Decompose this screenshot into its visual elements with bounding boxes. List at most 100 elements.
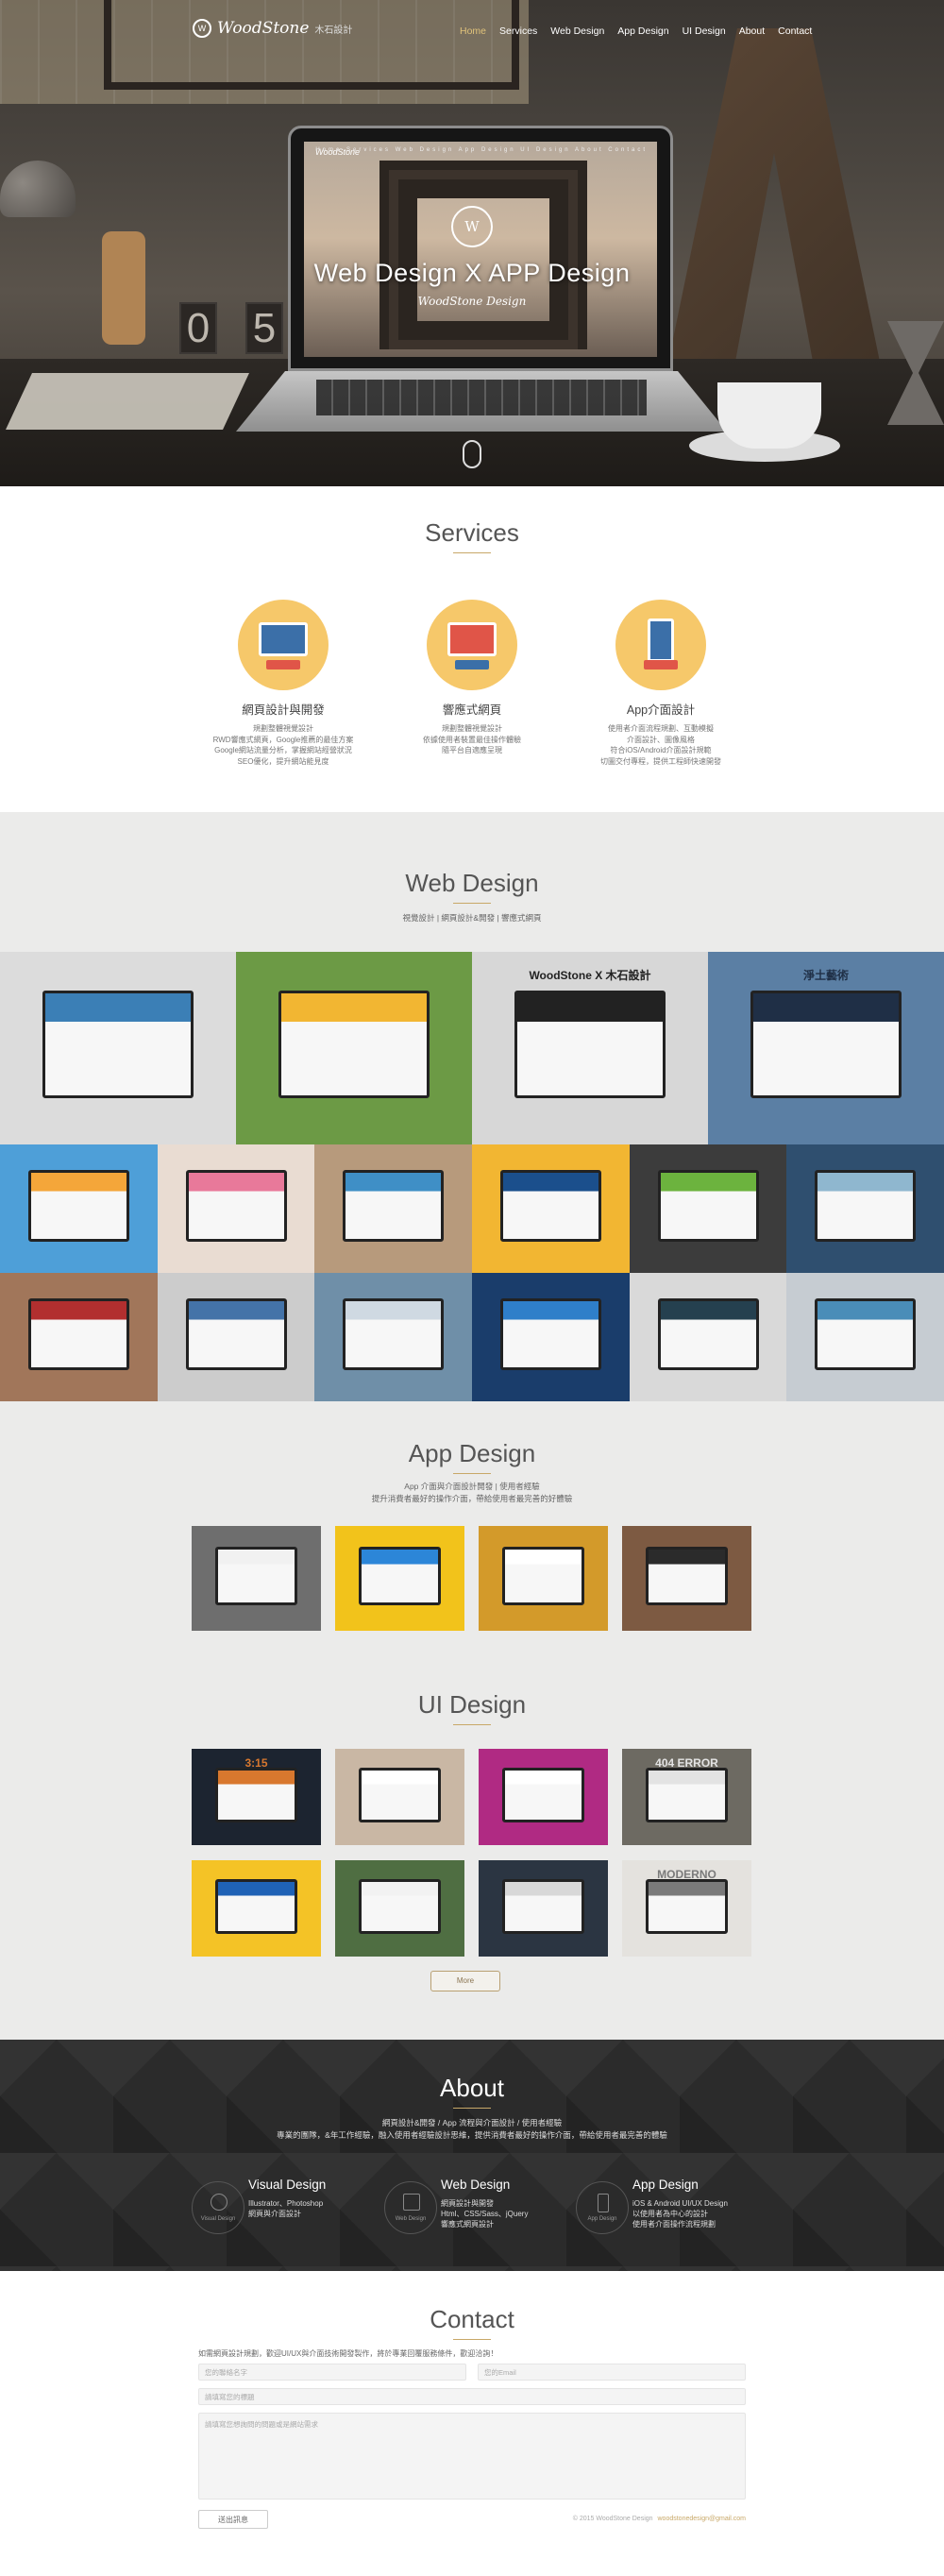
web-portfolio-tile[interactable] — [786, 1273, 944, 1401]
nav-about[interactable]: About — [739, 25, 765, 37]
device-mockup — [343, 1170, 444, 1243]
contact-section: Contact 如需網頁設計規劃，歡迎UI/UX與介面技術開發製作，將於專業回覆… — [0, 2271, 944, 2576]
web-design-desc: 視覺設計 | 網頁設計&開發 | 響應式網頁 — [402, 913, 542, 923]
main-nav: Home Services Web Design App Design UI D… — [460, 25, 825, 37]
web-design-title: Web Design — [405, 869, 539, 897]
email-link[interactable]: woodstonedesign@gmail.com — [658, 2516, 747, 2522]
app-portfolio-tile[interactable] — [479, 1526, 608, 1631]
app-portfolio-tile[interactable] — [335, 1526, 464, 1631]
web-portfolio-tile[interactable] — [472, 1144, 630, 1273]
web-portfolio-tile[interactable]: 淨土藝術 — [708, 952, 944, 1144]
device-mockup — [815, 1170, 916, 1243]
device-mockup — [214, 1879, 298, 1934]
title-underline — [453, 1724, 491, 1725]
service-name: 響應式網頁 — [442, 703, 502, 717]
device-mockup — [501, 1879, 585, 1934]
nav-ui-design[interactable]: UI Design — [683, 25, 726, 37]
web-portfolio-tile[interactable] — [158, 1144, 315, 1273]
about-section: About 網頁設計&開發 / App 流程與介面設計 / 使用者經驗 專業的團… — [0, 2040, 944, 2271]
device-mockup — [501, 1768, 585, 1822]
service-desc: 規劃整體視覺設計 依據使用者裝置最佳操作體驗 隨平台自適應呈現 — [423, 724, 521, 754]
app-portfolio-tile[interactable] — [622, 1526, 751, 1631]
wooden-figure-decoration — [102, 231, 145, 345]
web-portfolio-tile[interactable] — [786, 1144, 944, 1273]
app-design-desc: App 介面與介面設計開發 | 使用者經驗 提升消費者最好的操作介面，帶給使用者… — [371, 1482, 573, 1503]
ui-portfolio-tile[interactable] — [479, 1749, 608, 1845]
corridor-image — [379, 161, 587, 349]
device-mockup — [186, 1170, 287, 1243]
visual-design-icon: Visual Design — [192, 2181, 244, 2234]
web-development-icon — [238, 600, 329, 690]
web-portfolio-tile[interactable] — [158, 1273, 315, 1401]
about-col-lines: 網頁設計與開發 Html、CSS/Sass、jQuery 響應式網頁設計 — [441, 2199, 529, 2229]
service-app-ui: App介面設計 使用者介面流程規劃、互動模擬 介面設計、圖像風格 符合iOS/A… — [566, 600, 755, 767]
device-mockup — [815, 1298, 916, 1371]
email-field[interactable] — [478, 2364, 746, 2381]
brand-name: WoodStone — [217, 19, 310, 38]
app-portfolio-tile[interactable] — [192, 1526, 321, 1631]
web-portfolio-tile[interactable]: WoodStone X 木石設計 — [472, 952, 708, 1144]
digit-cube: 0 — [179, 302, 217, 354]
ui-design-title: UI Design — [417, 1690, 527, 1719]
brand-subtitle: 木石設計 — [314, 25, 353, 36]
contact-title: Contact — [430, 2305, 514, 2333]
device-mockup — [645, 1547, 729, 1606]
device-mockup — [645, 1768, 729, 1822]
site-logo[interactable]: W WoodStone 木石設計 — [193, 19, 352, 38]
nav-app-design[interactable]: App Design — [617, 25, 668, 37]
more-button[interactable]: More — [430, 1971, 500, 1991]
hero-logo-icon: W — [451, 206, 493, 247]
device-mockup — [658, 1170, 759, 1243]
ui-portfolio-tile[interactable]: 3:15 — [192, 1749, 321, 1845]
device-mockup — [28, 1298, 129, 1371]
device-mockup — [278, 990, 430, 1099]
web-portfolio-tile[interactable] — [0, 1144, 158, 1273]
copyright-text: © 2015 WoodStone Design — [572, 2516, 653, 2522]
ui-portfolio-tile[interactable] — [479, 1860, 608, 1957]
about-web-design: Web Design Web Design 網頁設計與開發 Html、CSS/S… — [384, 2170, 592, 2246]
device-mockup — [214, 1547, 298, 1606]
nav-home[interactable]: Home — [460, 25, 486, 37]
nav-contact[interactable]: Contact — [778, 25, 812, 37]
web-portfolio-tile[interactable] — [0, 1273, 158, 1401]
device-mockup — [42, 990, 194, 1099]
web-portfolio-tile[interactable] — [472, 1273, 630, 1401]
device-mockup — [514, 990, 666, 1099]
web-portfolio-tile[interactable] — [630, 1273, 787, 1401]
web-portfolio-tile[interactable] — [630, 1144, 787, 1273]
ui-portfolio-tile[interactable] — [335, 1749, 464, 1845]
scroll-down-icon[interactable] — [463, 440, 481, 468]
web-portfolio-tile[interactable] — [314, 1144, 472, 1273]
app-ui-icon — [615, 600, 706, 690]
web-portfolio-tile[interactable] — [314, 1273, 472, 1401]
name-field[interactable] — [198, 2364, 466, 2381]
ui-portfolio-tile[interactable] — [335, 1860, 464, 1957]
title-underline — [453, 2108, 491, 2109]
nav-web-design[interactable]: Web Design — [550, 25, 604, 37]
picture-frame-decoration — [104, 0, 519, 90]
message-field[interactable] — [198, 2413, 746, 2500]
laptop-image: WoodStone Home Services Web Design App D… — [288, 126, 673, 371]
ui-portfolio-tile[interactable]: MODERNO — [622, 1860, 751, 1957]
about-col-head: Web Design — [441, 2178, 511, 2192]
about-col-head: Visual Design — [248, 2178, 327, 2192]
about-col-lines: Illustrator、Photoshop 網頁與介面設計 — [248, 2199, 324, 2218]
tile-text: WoodStone X 木石設計 — [529, 969, 651, 983]
lamp-decoration — [0, 161, 76, 217]
service-name: 網頁設計與開發 — [242, 703, 325, 717]
logo-icon: W — [193, 19, 211, 38]
send-button[interactable]: 送出訊息 — [198, 2510, 268, 2529]
ui-portfolio-tile[interactable] — [192, 1860, 321, 1957]
tile-text: 淨土藝術 — [802, 969, 849, 983]
title-underline — [453, 552, 491, 553]
ui-portfolio-tile[interactable]: 404 ERROR — [622, 1749, 751, 1845]
device-mockup — [500, 1298, 601, 1371]
web-portfolio-tile[interactable] — [236, 952, 472, 1144]
nav-services[interactable]: Services — [499, 25, 537, 37]
service-desc: 使用者介面流程規劃、互動模擬 介面設計、圖像風格 符合iOS/Android介面… — [600, 724, 721, 766]
laptop-screen: WoodStone Home Services Web Design App D… — [304, 142, 657, 357]
services-title: Services — [425, 518, 519, 547]
web-portfolio-tile[interactable] — [0, 952, 236, 1144]
service-responsive-web: 響應式網頁 規劃整體視覺設計 依據使用者裝置最佳操作體驗 隨平台自適應呈現 — [378, 600, 566, 756]
subject-field[interactable] — [198, 2388, 746, 2405]
